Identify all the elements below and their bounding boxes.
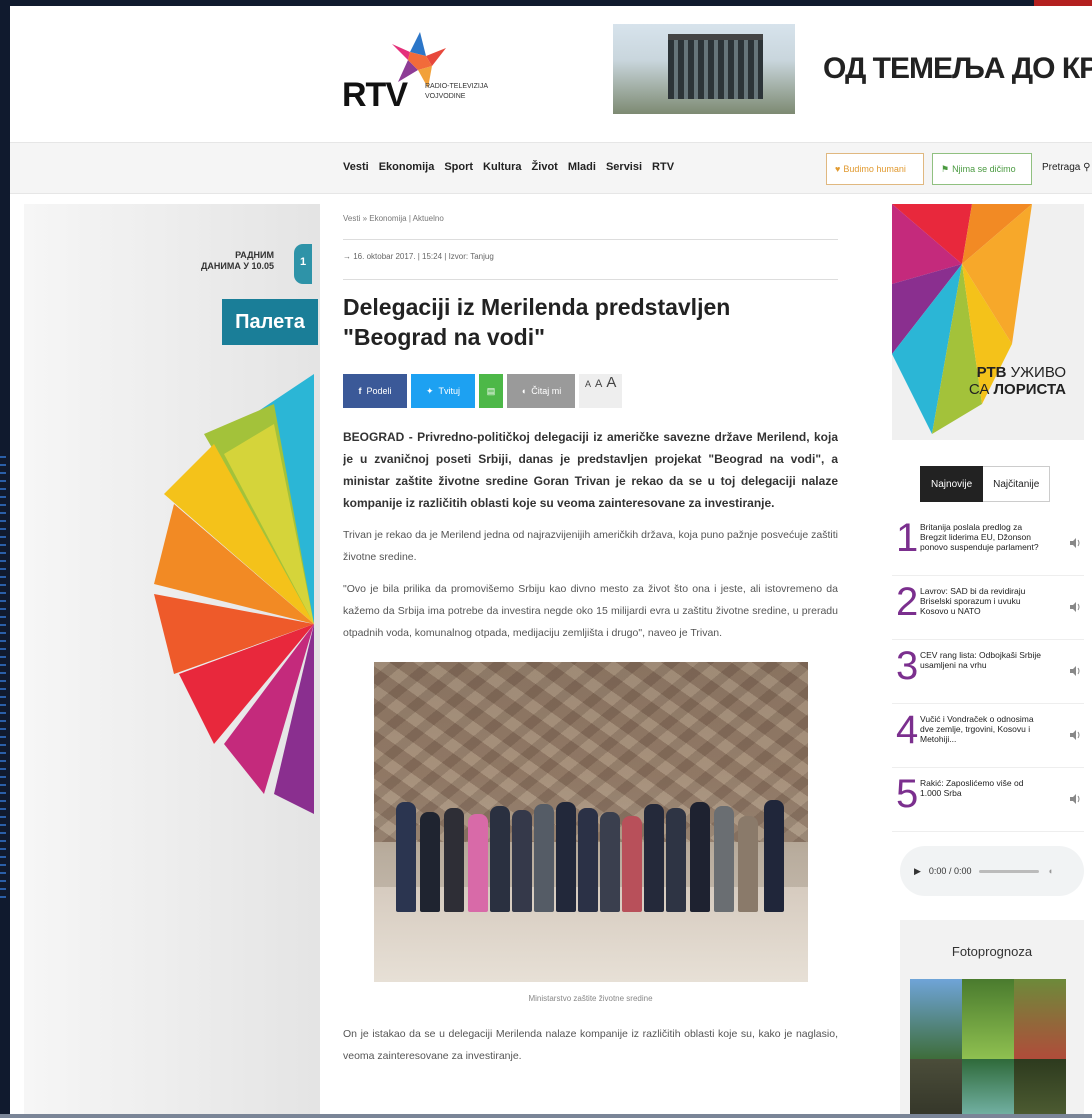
tab-najnovije[interactable]: Najnovije	[920, 466, 984, 502]
audio-player: ▶ 0:00 / 0:00 ◖	[900, 846, 1084, 896]
audio-time: 0:00 / 0:00	[928, 866, 972, 876]
nav-item-ekonomija[interactable]: Ekonomija	[379, 161, 435, 173]
banner-building-image	[613, 24, 795, 114]
nav-item-zivot[interactable]: Život	[532, 161, 558, 173]
colorful-star-graphic	[154, 374, 314, 814]
article-paragraph-3: On je istakao da se u delegaciji Merilen…	[343, 1028, 838, 1062]
paleta-side-ad[interactable]: РАДНИМ ДАНИМА У 10.05 1 Палета	[24, 204, 320, 1114]
font-size-medium-button[interactable]: A	[595, 378, 602, 390]
speaker-icon: ◖	[520, 386, 527, 396]
article-paragraph-1: Trivan je rekao da je Merilend jedna od …	[343, 529, 838, 563]
list-item[interactable]: 5 Rakić: Zaposlićemo više od 1.000 Srba	[892, 768, 1084, 832]
banner-text: ОД ТЕМЕЉА ДО КРОВА	[823, 52, 1092, 85]
speaker-icon[interactable]	[1068, 728, 1082, 742]
fotoprognoza-title: Fotoprognoza	[951, 944, 1033, 959]
budimo-humani-label: Budimo humani	[843, 164, 906, 174]
facebook-icon: f	[358, 386, 362, 396]
rtv-live-ad[interactable]: РТВ УЖИВО СА ЛОРИСТА	[892, 204, 1084, 440]
print-icon: ▤	[486, 385, 496, 396]
news-tabs: Najnovije Najčitanije	[920, 466, 1092, 502]
search-button[interactable]: Pretraga ⚲	[1042, 162, 1090, 173]
article-paragraph-2: "Ovo je bila prilika da promovišemo Srbi…	[343, 583, 838, 639]
news-number: 4	[896, 708, 919, 752]
news-title: Lavrov: SAD bi da revidiraju Briselski s…	[920, 586, 1026, 616]
article: Vesti » Ekonomija | Aktuelno → 16. oktob…	[343, 204, 838, 1114]
live-ad-text: РТВ УЖИВО СА ЛОРИСТА	[968, 364, 1066, 398]
share-toolbar: f Podeli ✦ Tvituj ▤ ◖ Čitaj mi A A A	[343, 374, 838, 408]
read-aloud-label: Čitaj mi	[531, 386, 562, 396]
article-photo[interactable]	[373, 662, 808, 982]
list-item[interactable]: 1 Britanija poslala predlog za Bregzit l…	[892, 512, 1084, 576]
news-list: 1 Britanija poslala predlog za Bregzit l…	[892, 512, 1092, 832]
twitter-icon: ✦	[425, 385, 434, 396]
nav-item-rtv[interactable]: RTV	[652, 161, 674, 173]
nav-item-kultura[interactable]: Kultura	[483, 161, 522, 173]
nav-item-vesti[interactable]: Vesti	[343, 161, 369, 173]
breadcrumb[interactable]: Vesti » Ekonomija | Aktuelno	[343, 204, 838, 240]
tab-najcitanije[interactable]: Najčitanije	[983, 466, 1051, 502]
fotoprognoza-widget: Fotoprognoza	[900, 920, 1084, 1114]
twitter-share-label: Tvituj	[438, 386, 461, 396]
news-title: Britanija poslala predlog za Bregzit lid…	[920, 522, 1039, 552]
news-number: 1	[896, 516, 919, 560]
logo-subtitle: RADIO-TELEVIZIJA VOJVODINE	[425, 83, 488, 100]
list-item[interactable]: 4 Vučić i Vondraček o odnosima dve zemlj…	[892, 704, 1084, 768]
arrow-icon: →	[343, 252, 354, 261]
list-item[interactable]: 3 CEV rang lista: Odbojkaši Srbije usaml…	[892, 640, 1084, 704]
article-headline: Delegaciji iz Merilenda predstavljen "Be…	[343, 294, 731, 350]
search-label: Pretraga	[1042, 162, 1081, 173]
speaker-icon[interactable]	[1068, 792, 1082, 806]
nav-item-sport[interactable]: Sport	[444, 161, 473, 173]
dateline-text: 16. oktobar 2017. | 15:24 | Izvor: Tanju…	[353, 252, 494, 261]
rtv-logo[interactable]: RTV RADIO-TELEVIZIJA VOJVODINE	[340, 30, 510, 120]
speaker-icon[interactable]	[1068, 536, 1082, 550]
budimo-humani-button[interactable]: ♥ Budimo humani	[826, 153, 924, 185]
font-size-controls: A A A	[579, 374, 623, 408]
njima-se-dicimo-label: Njima se dičimo	[952, 164, 1016, 174]
news-title: Rakić: Zaposlićemo više od 1.000 Srba	[920, 778, 1024, 798]
speaker-icon[interactable]	[1068, 600, 1082, 614]
speaker-icon[interactable]	[1068, 664, 1082, 678]
facebook-share-label: Podeli	[366, 386, 392, 396]
window-bottom-edge	[0, 1114, 1092, 1118]
news-number: 5	[896, 772, 919, 816]
article-dateline: → 16. oktobar 2017. | 15:24 | Izvor: Tan…	[343, 240, 838, 280]
background-pattern	[0, 450, 6, 900]
list-item[interactable]: 2 Lavrov: SAD bi da revidiraju Briselski…	[892, 576, 1084, 640]
live-ad-graphic	[892, 204, 1032, 434]
search-icon: ⚲	[1083, 162, 1091, 173]
nav-item-mladi[interactable]: Mladi	[568, 161, 596, 173]
twitter-share-button[interactable]: ✦ Tvituj	[411, 374, 475, 408]
banner-ad[interactable]: ОД ТЕМЕЉА ДО КРОВА	[613, 24, 1092, 114]
main-nav: Vesti Ekonomija Sport Kultura Život Mlad…	[10, 142, 1092, 194]
font-size-large-button[interactable]: A	[606, 374, 616, 391]
news-title: Vučić i Vondraček o odnosima dve zemlje,…	[920, 714, 1034, 744]
fotoprognoza-gallery[interactable]	[910, 979, 1084, 1114]
right-sidebar: РТВ УЖИВО СА ЛОРИСТА Najnovije Najčitani…	[892, 204, 1092, 1114]
logo-text: RTV	[342, 76, 408, 114]
heart-icon: ♥	[835, 164, 841, 174]
article-lead: BEOGRAD - Privredno-političkoj delegacij…	[343, 430, 838, 510]
flag-icon: ⚑	[941, 163, 950, 174]
nav-menu: Vesti Ekonomija Sport Kultura Život Mlad…	[343, 161, 674, 173]
news-number: 2	[896, 580, 919, 624]
audio-progress-slider[interactable]	[979, 869, 1040, 873]
nav-item-servisi[interactable]: Servisi	[606, 161, 642, 173]
print-button[interactable]: ▤	[479, 374, 503, 408]
font-size-small-button[interactable]: A	[585, 379, 591, 389]
volume-icon[interactable]: ◖	[1047, 866, 1052, 876]
news-number: 3	[896, 644, 919, 688]
play-icon[interactable]: ▶	[914, 866, 921, 877]
facebook-share-button[interactable]: f Podeli	[343, 374, 407, 408]
photo-caption: Ministarstvo zaštite životne sredine	[528, 994, 653, 1003]
news-title: CEV rang lista: Odbojkaši Srbije usamlje…	[920, 650, 1041, 670]
njima-se-dicimo-button[interactable]: ⚑ Njima se dičimo	[932, 153, 1032, 185]
read-aloud-button[interactable]: ◖ Čitaj mi	[507, 374, 575, 408]
site-header: RTV RADIO-TELEVIZIJA VOJVODINE ОД ТЕМЕЉА…	[10, 6, 1092, 142]
browser-page: RTV RADIO-TELEVIZIJA VOJVODINE ОД ТЕМЕЉА…	[10, 6, 1092, 1114]
